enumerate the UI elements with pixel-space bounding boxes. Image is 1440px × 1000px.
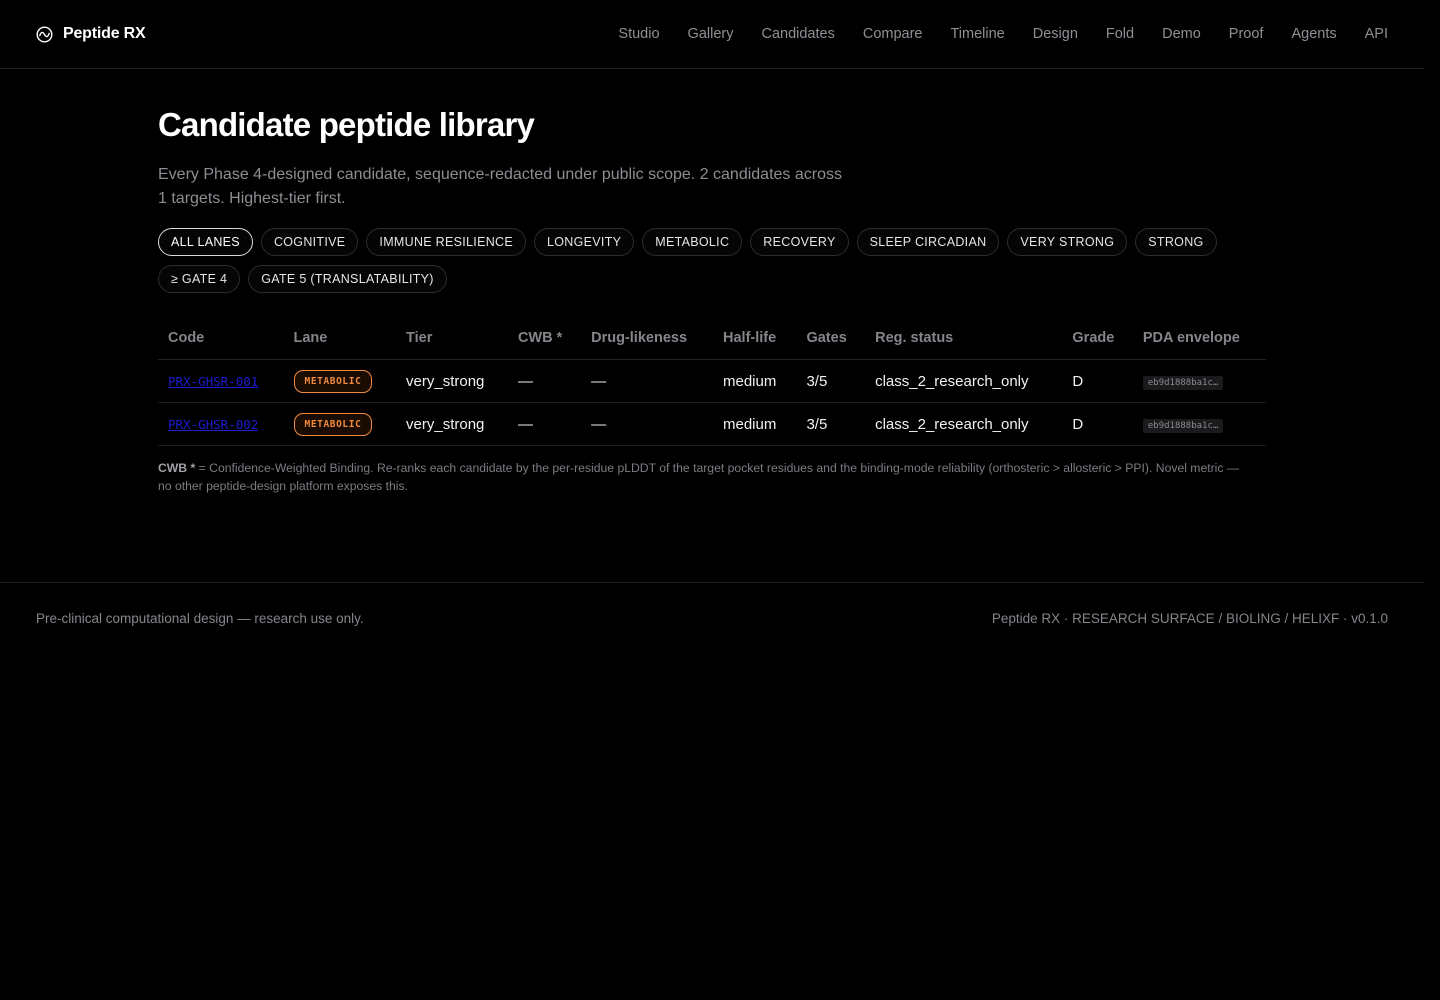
filter-gate-5[interactable]: GATE 5 (TRANSLATABILITY): [248, 265, 447, 293]
brand-name: Peptide RX: [63, 25, 146, 42]
col-half-life[interactable]: Half-life: [713, 317, 797, 360]
footer-version: Peptide RX · RESEARCH SURFACE / BIOLING …: [991, 611, 1388, 626]
pda-envelope-hash: eb9d1888ba1c…: [1142, 376, 1224, 390]
cell-reg-status: class_2_research_only: [865, 359, 1063, 403]
nav-api[interactable]: API: [1365, 26, 1388, 42]
nav-compare[interactable]: Compare: [863, 26, 923, 42]
page-subtitle: Every Phase 4-designed candidate, sequen…: [158, 166, 842, 207]
col-grade[interactable]: Grade: [1062, 317, 1133, 360]
nav-fold[interactable]: Fold: [1106, 26, 1134, 42]
cell-code: PRX-GHSR-001: [158, 359, 284, 403]
candidates-table: Code Lane Tier CWB * Drug-likeness Half-…: [158, 317, 1266, 446]
table-header-row: Code Lane Tier CWB * Drug-likeness Half-…: [158, 317, 1266, 360]
nav-candidates[interactable]: Candidates: [761, 26, 834, 42]
filter-strong[interactable]: STRONG: [1135, 228, 1217, 256]
cell-drug-likeness: —: [581, 359, 713, 403]
filter-all-lanes[interactable]: ALL LANES: [158, 228, 253, 256]
cell-lane: METABOLIC: [283, 402, 397, 446]
col-cwb[interactable]: CWB *: [507, 317, 582, 360]
filter-cognitive[interactable]: COGNITIVE: [260, 228, 359, 256]
footnote-text: = Confidence-Weighted Binding. Re-ranks …: [158, 461, 1240, 493]
nav-design[interactable]: Design: [1033, 26, 1078, 42]
page-footer: Pre-clinical computational design — rese…: [0, 582, 1424, 654]
main-nav: Studio Gallery Candidates Compare Timeli…: [618, 26, 1388, 42]
candidate-code-link[interactable]: PRX-GHSR-001: [168, 374, 258, 389]
nav-proof[interactable]: Proof: [1229, 26, 1264, 42]
cell-grade: D: [1062, 359, 1133, 403]
col-gates[interactable]: Gates: [796, 317, 866, 360]
filter-recovery[interactable]: RECOVERY: [750, 228, 849, 256]
filter-chips: ALL LANES COGNITIVE IMMUNE RESILIENCE LO…: [158, 228, 1238, 293]
cell-cwb: —: [507, 359, 582, 403]
filter-metabolic[interactable]: METABOLIC: [642, 228, 743, 256]
filter-sleep-circadian[interactable]: SLEEP CIRCADIAN: [856, 228, 1000, 256]
cwb-footnote: CWB * = Confidence-Weighted Binding. Re-…: [158, 459, 1248, 495]
cell-pda-envelope: eb9d1888ba1c…: [1132, 402, 1266, 446]
nav-demo[interactable]: Demo: [1162, 26, 1201, 42]
top-bar: Peptide RX Studio Gallery Candidates Com…: [0, 0, 1424, 69]
wave-circle-icon: [36, 25, 53, 43]
col-reg-status[interactable]: Reg. status: [865, 317, 1063, 360]
filter-immune-resilience[interactable]: IMMUNE RESILIENCE: [366, 228, 527, 256]
col-lane[interactable]: Lane: [283, 317, 397, 360]
nav-studio[interactable]: Studio: [618, 26, 659, 42]
cell-drug-likeness: —: [581, 402, 713, 446]
col-drug-likeness[interactable]: Drug-likeness: [581, 317, 713, 360]
cell-half-life: medium: [713, 359, 797, 403]
nav-gallery[interactable]: Gallery: [688, 26, 734, 42]
nav-timeline[interactable]: Timeline: [950, 26, 1004, 42]
cell-half-life: medium: [713, 402, 797, 446]
cell-tier: very_strong: [396, 359, 508, 403]
footnote-term: CWB *: [158, 461, 196, 475]
col-pda-envelope[interactable]: PDA envelope: [1132, 317, 1266, 360]
lane-badge: METABOLIC: [293, 412, 373, 436]
pda-envelope-hash: eb9d1888ba1c…: [1142, 419, 1224, 433]
cell-grade: D: [1062, 402, 1133, 446]
col-code[interactable]: Code: [158, 317, 284, 360]
brand[interactable]: Peptide RX: [36, 25, 146, 43]
cell-reg-status: class_2_research_only: [865, 402, 1063, 446]
filter-very-strong[interactable]: VERY STRONG: [1007, 228, 1128, 256]
col-tier[interactable]: Tier: [396, 317, 508, 360]
table-row[interactable]: PRX-GHSR-001 METABOLIC very_strong — — m…: [158, 359, 1266, 403]
cell-pda-envelope: eb9d1888ba1c…: [1132, 359, 1266, 403]
main-content: Candidate peptide library Every Phase 4-…: [0, 69, 1268, 495]
lane-badge: METABOLIC: [293, 369, 373, 393]
filter-longevity[interactable]: LONGEVITY: [534, 228, 635, 256]
candidate-code-link[interactable]: PRX-GHSR-002: [168, 417, 258, 432]
cell-gates: 3/5: [796, 402, 866, 446]
nav-agents[interactable]: Agents: [1291, 26, 1336, 42]
page-title: Candidate peptide library: [158, 106, 535, 143]
cell-lane: METABOLIC: [283, 359, 397, 403]
footer-disclaimer: Pre-clinical computational design — rese…: [36, 611, 364, 626]
cell-cwb: —: [507, 402, 582, 446]
filter-gate-4-plus[interactable]: ≥ GATE 4: [158, 265, 241, 293]
cell-code: PRX-GHSR-002: [158, 402, 284, 446]
table-row[interactable]: PRX-GHSR-002 METABOLIC very_strong — — m…: [158, 402, 1266, 446]
cell-tier: very_strong: [396, 402, 508, 446]
cell-gates: 3/5: [796, 359, 866, 403]
